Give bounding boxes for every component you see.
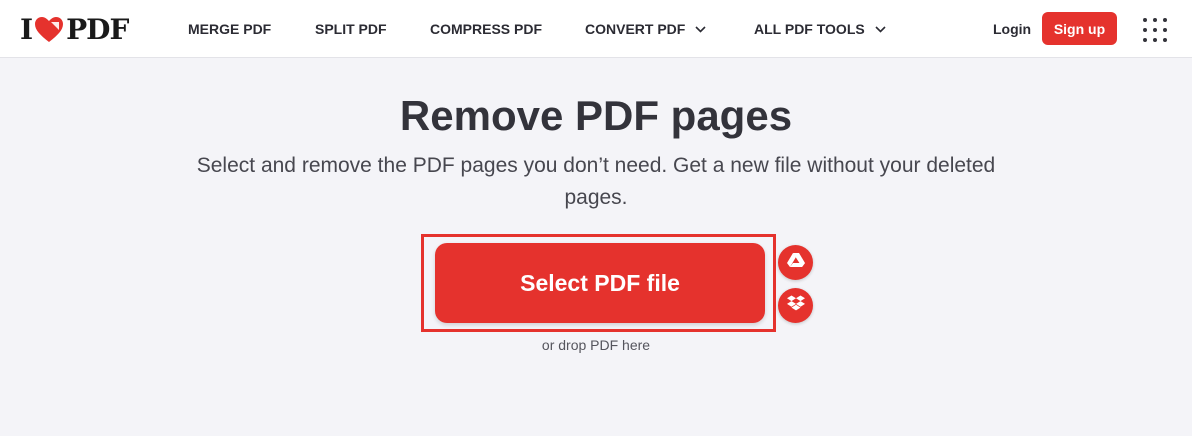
nav-all-pdf-tools[interactable]: ALL PDF TOOLS [754,0,886,58]
signup-button[interactable]: Sign up [1042,12,1117,45]
select-pdf-file-button[interactable]: Select PDF file [435,243,765,323]
login-link[interactable]: Login [993,0,1031,58]
nav-label: ALL PDF TOOLS [754,21,865,37]
logo-text-right: PDF [66,12,129,46]
chevron-down-icon [875,25,886,33]
logo-text-left: I [20,12,33,46]
heart-icon [34,16,64,43]
nav-label: COMPRESS PDF [430,21,543,37]
google-drive-icon [786,252,805,273]
dropbox-icon [786,295,805,316]
nav-split-pdf[interactable]: SPLIT PDF [315,0,387,58]
grid-menu-icon[interactable] [1141,16,1169,44]
dropbox-button[interactable] [778,288,813,323]
chevron-down-icon [695,25,706,33]
nav-merge-pdf[interactable]: MERGE PDF [188,0,271,58]
nav-convert-pdf[interactable]: CONVERT PDF [585,0,706,58]
nav-compress-pdf[interactable]: COMPRESS PDF [430,0,542,58]
nav-label: SPLIT PDF [315,21,387,37]
drop-hint-text: or drop PDF here [541,337,651,353]
nav-label: MERGE PDF [188,21,272,37]
nav-label: CONVERT PDF [585,21,686,37]
ilovepdf-logo[interactable]: I PDF [20,12,129,46]
page-title: Remove PDF pages [399,92,793,139]
google-drive-button[interactable] [778,245,813,280]
page-subtitle: Select and remove the PDF pages you don’… [196,154,996,209]
top-navbar: I PDF MERGE PDF SPLIT PDF COMPRESS PDF C… [0,0,1192,58]
